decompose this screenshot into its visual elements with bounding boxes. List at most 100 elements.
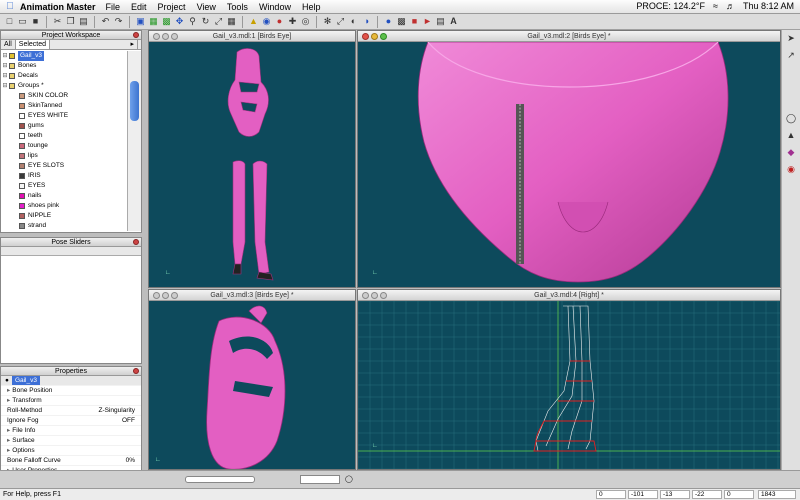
viewport-4-canvas[interactable]: ∟ [358, 301, 781, 470]
tree-item[interactable]: IRIS [1, 171, 127, 181]
expand-toggle-icon[interactable]: ⊟ [1, 61, 9, 71]
open-file-icon[interactable]: ▭ [17, 16, 28, 27]
decal-icon[interactable]: ▩ [396, 16, 407, 27]
clock[interactable]: Thu 8:12 AM [743, 1, 794, 11]
property-row[interactable]: ▸ Surface [1, 436, 141, 446]
close-icon[interactable] [362, 292, 369, 299]
close-icon[interactable] [153, 292, 160, 299]
menu-file[interactable]: File [106, 2, 121, 12]
tree-item[interactable]: strand [1, 221, 127, 231]
arrow-tool-icon[interactable]: ➤ [786, 33, 797, 44]
material-icon[interactable]: ● [383, 16, 394, 27]
menu-tools[interactable]: Tools [227, 2, 248, 12]
disclosure-triangle-icon[interactable]: ▸ [7, 437, 10, 444]
mirror-icon[interactable]: ◐ [348, 16, 359, 27]
text-tool-icon[interactable]: A [448, 16, 459, 27]
new-file-icon[interactable]: □ [4, 16, 15, 27]
tree-item[interactable]: NIPPLE [1, 211, 127, 221]
camera-icon[interactable]: ◉ [261, 16, 272, 27]
tree-item[interactable]: lips [1, 151, 127, 161]
close-icon[interactable] [362, 33, 369, 40]
zoom-icon[interactable] [380, 33, 387, 40]
minimize-icon[interactable] [371, 33, 378, 40]
record-tool-icon[interactable]: ◉ [786, 164, 797, 175]
temperature-status[interactable]: PROCE: 124.2°F [636, 1, 705, 11]
minimize-icon[interactable] [162, 292, 169, 299]
paste-icon[interactable]: ▤ [78, 16, 89, 27]
menu-project[interactable]: Project [158, 2, 186, 12]
zoom-icon[interactable] [171, 33, 178, 40]
zoom-icon[interactable] [171, 292, 178, 299]
property-row[interactable]: ▸ File Info [1, 426, 141, 436]
copy-icon[interactable]: ❐ [65, 16, 76, 27]
property-row[interactable]: ▸ Bone Position [1, 386, 141, 396]
disclosure-triangle-icon[interactable]: ▸ [7, 427, 10, 434]
pointer-tool-icon[interactable]: ↗ [786, 50, 797, 61]
apple-menu-icon[interactable]:  [0, 1, 20, 12]
viewport-2[interactable]: Gail_v3.mdl:2 [Birds Eye] * ∟ [357, 30, 781, 288]
property-row[interactable]: ▸ Options [1, 446, 141, 456]
tree-item[interactable]: tounge [1, 141, 127, 151]
expand-toggle-icon[interactable]: ⊟ [1, 81, 9, 91]
tree-item[interactable]: EYES WHITE [1, 111, 127, 121]
save-icon[interactable]: ■ [30, 16, 41, 27]
viewport-3[interactable]: Gail_v3.mdl:3 [Birds Eye] * ∟ [148, 289, 356, 470]
globe-icon[interactable]: ◑ [361, 16, 372, 27]
tab-selected[interactable]: Selected [15, 40, 51, 49]
scrollbar-thumb[interactable] [130, 81, 139, 121]
tree-item[interactable]: SkinTanned [1, 101, 127, 111]
grid-icon[interactable]: ▦ [226, 16, 237, 27]
group-tool-icon[interactable]: ▦ [148, 16, 159, 27]
close-icon[interactable] [153, 33, 160, 40]
disclosure-triangle-icon[interactable]: ▸ [7, 387, 10, 394]
app-menu[interactable]: Animation Master [20, 2, 96, 12]
paint-icon[interactable]: ■ [409, 16, 420, 27]
shortcut-icon[interactable]: ► [422, 16, 433, 27]
move-tool-icon[interactable]: ✥ [174, 16, 185, 27]
tab-all[interactable]: All [1, 40, 16, 49]
minimize-icon[interactable] [162, 33, 169, 40]
viewport-1[interactable]: Gail_v3.mdl:1 [Birds Eye] ∟ [148, 30, 356, 288]
add-point-icon[interactable]: ✚ [287, 16, 298, 27]
viewport-2-canvas[interactable]: ∟ [358, 42, 781, 288]
viewport-4[interactable]: Gail_v3.mdl:4 [Right] * ∟ [357, 289, 781, 470]
panel-close-icon[interactable] [133, 368, 139, 374]
render-icon[interactable]: ▲ [248, 16, 259, 27]
property-value[interactable]: Z-Singularity [99, 406, 135, 415]
lathe-icon[interactable]: ◎ [300, 16, 311, 27]
frame-field[interactable] [300, 475, 340, 484]
viewport-3-canvas[interactable]: ∟ [149, 301, 356, 470]
tree-item[interactable]: EYE SLOTS [1, 161, 127, 171]
wifi-icon[interactable]: ≈ [713, 1, 718, 11]
color-tool-icon[interactable]: ◆ [786, 147, 797, 158]
property-row[interactable]: Bone Falloff Curve 0% [1, 456, 141, 466]
tree-scrollbar[interactable] [127, 51, 141, 231]
panel-close-icon[interactable] [133, 239, 139, 245]
stats-icon[interactable]: ▤ [435, 16, 446, 27]
undo-icon[interactable]: ↶ [100, 16, 111, 27]
panel-close-icon[interactable] [133, 32, 139, 38]
turn-icon[interactable]: ↻ [200, 16, 211, 27]
viewport-1-canvas[interactable]: ∟ [149, 42, 356, 288]
scale-icon[interactable]: ⤢ [335, 16, 346, 27]
zoom-icon[interactable] [380, 292, 387, 299]
redo-icon[interactable]: ↷ [113, 16, 124, 27]
tree-item[interactable]: nails [1, 191, 127, 201]
property-value[interactable]: OFF [122, 416, 135, 425]
tree-item[interactable]: teeth [1, 131, 127, 141]
property-row[interactable]: Roll-Method Z-Singularity [1, 406, 141, 416]
tree-item[interactable]: shoes pink [1, 201, 127, 211]
tree-item[interactable]: gums [1, 121, 127, 131]
light-icon[interactable]: ● [274, 16, 285, 27]
zoom-icon[interactable]: ⚲ [187, 16, 198, 27]
menu-help[interactable]: Help [302, 2, 321, 12]
tree-item[interactable]: EYES [1, 181, 127, 191]
fit-icon[interactable]: ⤢ [213, 16, 224, 27]
tree-item[interactable]: ⊟ Groups * [1, 81, 127, 91]
bone-tool-icon[interactable]: ▩ [161, 16, 172, 27]
bone-select-icon[interactable]: ▲ [786, 130, 797, 141]
record-icon[interactable]: ◯ [345, 476, 355, 483]
property-value[interactable]: 0% [126, 456, 135, 465]
frame-slider[interactable] [185, 476, 255, 483]
expand-toggle-icon[interactable]: ⊟ [1, 71, 9, 81]
